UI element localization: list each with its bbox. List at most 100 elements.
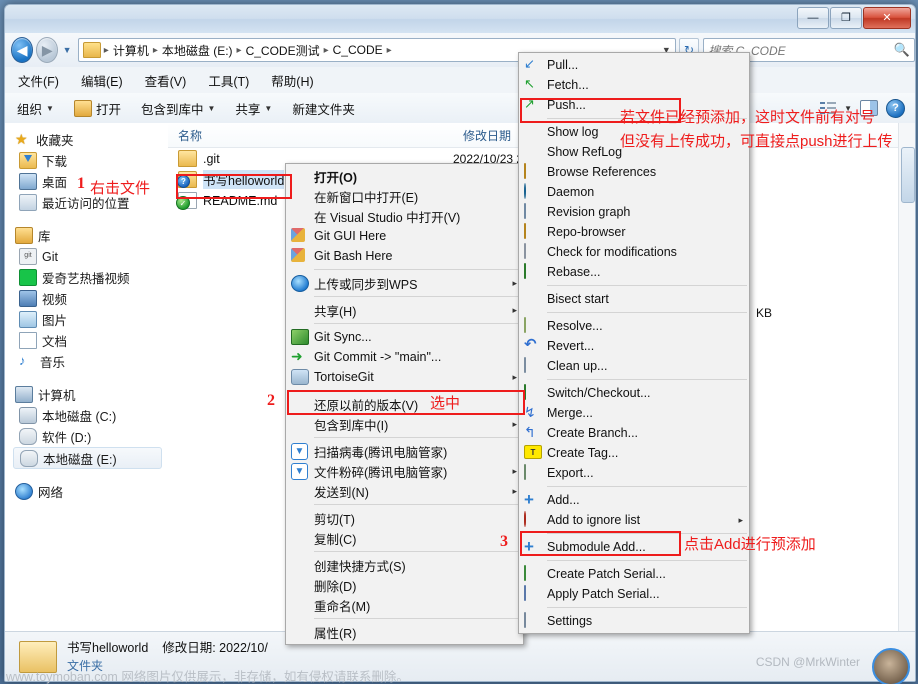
menu-item-properties[interactable]: 属性(R) — [286, 622, 523, 642]
back-button[interactable]: ◀ — [11, 37, 34, 63]
menu-item-apply-patch-serial[interactable]: Apply Patch Serial... — [519, 584, 749, 604]
menu-item-create-shortcut[interactable]: 创建快捷方式(S) — [286, 555, 523, 575]
sidebar-item-git[interactable]: git Git — [5, 246, 168, 267]
menu-item-export[interactable]: Export... — [519, 463, 749, 483]
menu-item-rebase[interactable]: Rebase... — [519, 262, 749, 282]
menu-help[interactable]: 帮助(H) — [262, 69, 322, 92]
menu-item-git-sync[interactable]: Git Sync... — [286, 327, 523, 347]
maximize-button[interactable]: ❐ — [830, 7, 862, 29]
sidebar-item-drive-e[interactable]: 本地磁盘 (E:) — [13, 447, 162, 469]
open-button[interactable]: 打开 — [66, 96, 129, 121]
menu-item-cut[interactable]: 剪切(T) — [286, 508, 523, 528]
sidebar-label: 文档 — [42, 335, 68, 349]
menu-item-label: Git Sync... — [314, 330, 372, 344]
menu-separator — [547, 607, 747, 608]
menu-item-daemon[interactable]: Daemon — [519, 182, 749, 202]
include-in-library-button[interactable]: 包含到库中 ▼ — [133, 96, 223, 121]
branch-icon: ↰ — [524, 424, 536, 440]
menu-item-settings[interactable]: Settings — [519, 611, 749, 631]
chevron-down-icon: ▼ — [46, 103, 54, 113]
ignore-icon — [524, 511, 541, 528]
sidebar-group-libraries[interactable]: 库 — [5, 225, 168, 246]
menu-item-switch-checkout[interactable]: Switch/Checkout... — [519, 383, 749, 403]
menu-item-check-for-modifications[interactable]: Check for modifications — [519, 242, 749, 262]
menu-file[interactable]: 文件(F) — [9, 69, 68, 92]
menu-item-label: Repo-browser — [547, 225, 626, 239]
column-header-name[interactable]: 名称 — [168, 127, 463, 144]
chevron-down-icon: ▼ — [207, 103, 216, 113]
menu-item-create-tag[interactable]: T Create Tag... — [519, 443, 749, 463]
menu-item-restore-previous-versions[interactable]: 还原以前的版本(V) — [286, 394, 523, 414]
menu-item-pull[interactable]: ↙ Pull... — [519, 55, 749, 75]
bisect-icon — [524, 291, 541, 307]
sidebar-label: 下载 — [42, 155, 68, 169]
sidebar-item-videos[interactable]: 视频 — [5, 288, 168, 309]
help-icon[interactable]: ? — [886, 98, 905, 118]
close-button[interactable]: ✕ — [863, 7, 911, 29]
sidebar-group-favorites[interactable]: ★ 收藏夹 — [5, 129, 168, 150]
menu-edit[interactable]: 编辑(E) — [72, 69, 132, 92]
breadcrumb-separator: ▸ — [386, 44, 392, 56]
menu-item-merge[interactable]: ↯ Merge... — [519, 403, 749, 423]
organize-button[interactable]: 组织 ▼ — [9, 96, 62, 121]
menu-item-share[interactable]: 共享(H) ▸ — [286, 300, 523, 320]
menu-item-add[interactable]: + Add... — [519, 490, 749, 510]
sidebar-item-downloads[interactable]: 下载 — [5, 150, 168, 171]
menu-item-send-to[interactable]: 发送到(N) ▸ — [286, 481, 523, 501]
sidebar-item-music[interactable]: ♪ 音乐 — [5, 351, 168, 372]
menu-item-git-commit[interactable]: ➜ Git Commit -> "main"... — [286, 347, 523, 367]
menu-item-revision-graph[interactable]: Revision graph — [519, 202, 749, 222]
sidebar-group-computer[interactable]: 计算机 — [5, 384, 168, 405]
menu-item-rename[interactable]: 重命名(M) — [286, 595, 523, 615]
menu-item-git-bash-here[interactable]: Git Bash Here — [286, 246, 523, 266]
vertical-scrollbar[interactable] — [898, 123, 915, 631]
sidebar-item-drive-c[interactable]: 本地磁盘 (C:) — [5, 405, 168, 426]
breadcrumb-item-drive[interactable]: 本地磁盘 (E:) — [159, 42, 236, 59]
menu-item-clean-up[interactable]: Clean up... — [519, 356, 749, 376]
sidebar-item-drive-d[interactable]: 软件 (D:) — [5, 426, 168, 447]
breadcrumb-item-computer[interactable]: 计算机 — [110, 42, 152, 59]
menu-tools[interactable]: 工具(T) — [199, 69, 258, 92]
menu-item-browse-references[interactable]: Browse References — [519, 162, 749, 182]
menu-item-repo-browser[interactable]: Repo-browser — [519, 222, 749, 242]
new-folder-button[interactable]: 新建文件夹 — [284, 96, 363, 121]
menu-item-copy[interactable]: 复制(C) — [286, 528, 523, 548]
menu-item-tortoisegit[interactable]: TortoiseGit ▸ — [286, 367, 523, 387]
navigation-pane: ★ 收藏夹 下载 桌面 最近访问的位置 库 git Git 爱奇艺热播视频 视频… — [5, 123, 169, 637]
breadcrumb-item-ccode[interactable]: C_CODE — [330, 43, 386, 57]
menu-item-label: Push... — [547, 98, 586, 112]
menu-item-file-shredder[interactable]: ▼ 文件粉碎(腾讯电脑管家) ▸ — [286, 461, 523, 481]
share-button[interactable]: 共享 ▼ — [227, 96, 280, 121]
context-menu[interactable]: 打开(O) 在新窗口中打开(E) 在 Visual Studio 中打开(V) … — [285, 163, 524, 645]
menu-item-git-gui-here[interactable]: Git GUI Here — [286, 226, 523, 246]
menu-view[interactable]: 查看(V) — [136, 69, 196, 92]
menu-item-include-in-library[interactable]: 包含到库中(I) ▸ — [286, 414, 523, 434]
sidebar-group-network[interactable]: 网络 — [5, 481, 168, 502]
menu-item-resolve[interactable]: Resolve... — [519, 316, 749, 336]
menu-item-label: Merge... — [547, 406, 593, 420]
menu-item-create-patch-serial[interactable]: Create Patch Serial... — [519, 564, 749, 584]
scrollbar-thumb[interactable] — [901, 147, 915, 203]
menu-item-delete[interactable]: 删除(D) — [286, 575, 523, 595]
menu-item-scan-virus[interactable]: ▼ 扫描病毒(腾讯电脑管家) — [286, 441, 523, 461]
menu-item-wps-upload[interactable]: 上传或同步到WPS ▸ — [286, 273, 523, 293]
sidebar-label-computer: 计算机 — [38, 389, 76, 403]
menu-item-revert[interactable]: ↶ Revert... — [519, 336, 749, 356]
log-icon — [524, 144, 541, 160]
menu-item-add-to-ignore-list[interactable]: Add to ignore list ▸ — [519, 510, 749, 530]
minimize-button[interactable]: — — [797, 7, 829, 29]
forward-button[interactable]: ▶ — [36, 37, 59, 63]
menu-item-bisect-start[interactable]: Bisect start — [519, 289, 749, 309]
sidebar-item-iqiyi[interactable]: 爱奇艺热播视频 — [5, 267, 168, 288]
sidebar-item-documents[interactable]: 文档 — [5, 330, 168, 351]
menu-item-fetch[interactable]: ↖ Fetch... — [519, 75, 749, 95]
menu-item-open-visual-studio[interactable]: 在 Visual Studio 中打开(V) — [286, 206, 523, 226]
recent-locations-button[interactable]: ▼ — [60, 45, 73, 55]
menu-item-open[interactable]: 打开(O) — [286, 166, 523, 186]
breadcrumb-item-ccodetest[interactable]: C_CODE测试 — [243, 42, 323, 59]
menu-item-open-new-window[interactable]: 在新窗口中打开(E) — [286, 186, 523, 206]
sidebar-item-pictures[interactable]: 图片 — [5, 309, 168, 330]
menu-item-create-branch[interactable]: ↰ Create Branch... — [519, 423, 749, 443]
merge-icon: ↯ — [524, 404, 536, 420]
menu-item-label: Revision graph — [547, 205, 631, 219]
